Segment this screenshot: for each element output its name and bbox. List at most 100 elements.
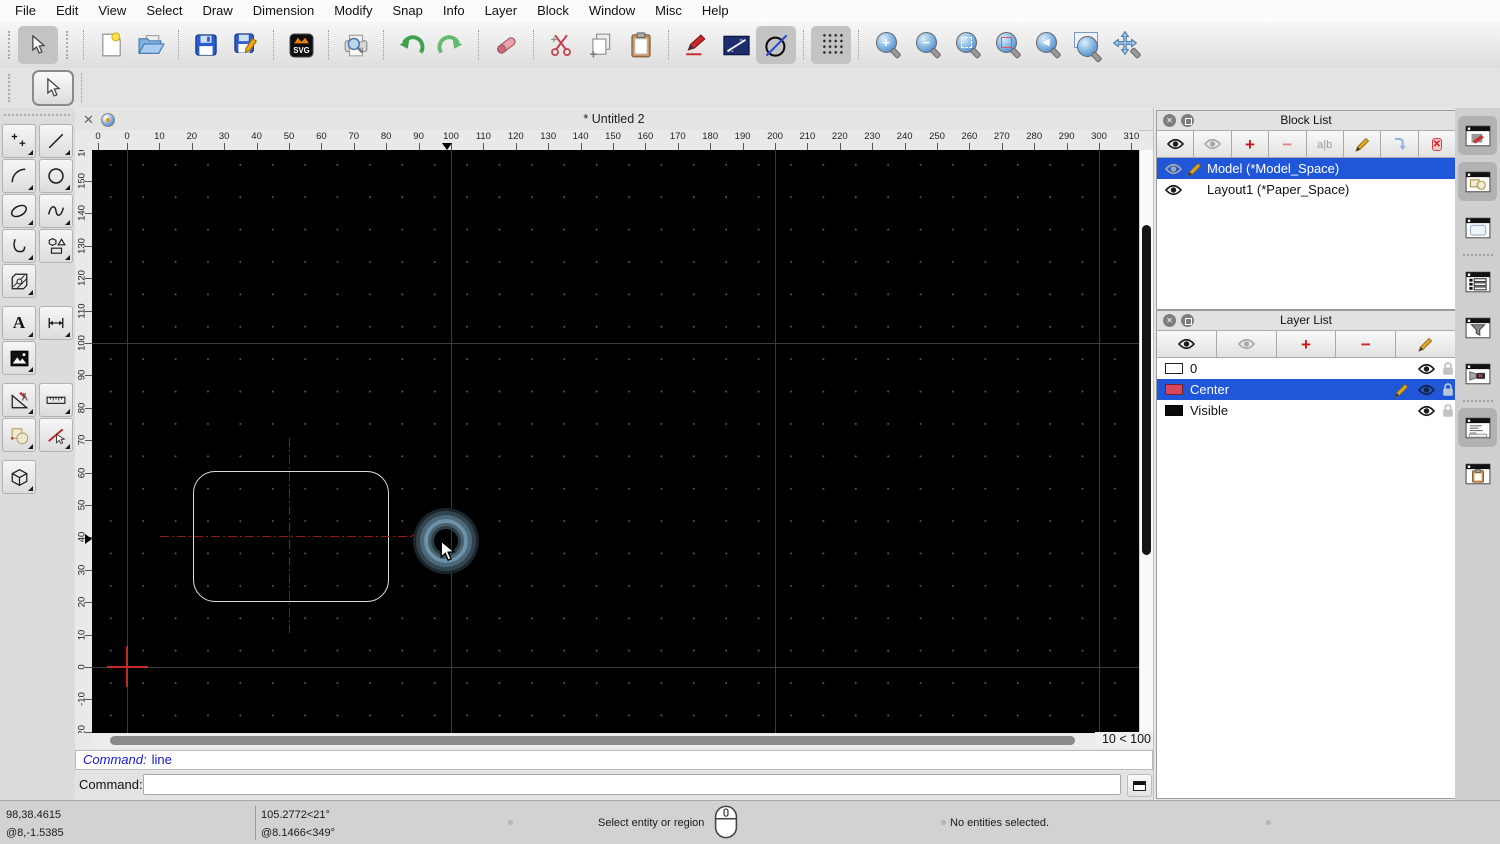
svg-export-button[interactable]: SVG	[281, 26, 321, 64]
line-tool[interactable]	[39, 124, 73, 158]
auto-zoom-button[interactable]	[946, 26, 986, 64]
menu-edit[interactable]: Edit	[46, 0, 88, 22]
dock-projector-window-button[interactable]	[1458, 354, 1497, 393]
cut-button[interactable]	[541, 26, 581, 64]
lock-icon[interactable]	[1442, 362, 1454, 376]
command-input[interactable]	[143, 774, 1121, 795]
undo-button[interactable]	[391, 26, 431, 64]
open-document-button[interactable]	[131, 26, 171, 64]
remove-layer-button[interactable]: −	[1336, 331, 1397, 357]
menu-layer[interactable]: Layer	[475, 0, 528, 22]
menu-misc[interactable]: Misc	[645, 0, 692, 22]
attributes-pen-button[interactable]	[676, 26, 716, 64]
select-arrow-button[interactable]	[18, 26, 58, 64]
add-layer-button[interactable]: +	[1276, 331, 1337, 357]
rename-block-button[interactable]: a|b	[1306, 131, 1344, 157]
eye-icon[interactable]	[1418, 384, 1435, 396]
edit-block-button[interactable]	[1343, 131, 1382, 157]
insert-block-button[interactable]	[1381, 131, 1419, 157]
delete-block-button[interactable]: ✕	[1418, 131, 1455, 157]
paste-button[interactable]	[621, 26, 661, 64]
previous-view-button[interactable]: ◀	[1026, 26, 1066, 64]
text-tool[interactable]: A	[2, 306, 36, 340]
dock-blank-window-button[interactable]	[1458, 208, 1497, 247]
edit-layer-button[interactable]	[1396, 331, 1455, 357]
new-document-button[interactable]	[91, 26, 131, 64]
remove-block-button[interactable]: −	[1269, 131, 1307, 157]
menu-draw[interactable]: Draw	[192, 0, 242, 22]
zoom-selection-button[interactable]	[986, 26, 1026, 64]
solid-tool[interactable]	[2, 460, 36, 494]
add-block-button[interactable]: +	[1231, 131, 1270, 157]
horizontal-scrollbar[interactable]	[92, 733, 1095, 748]
dimension-tool[interactable]	[39, 306, 73, 340]
image-tool[interactable]	[2, 341, 36, 375]
menu-window[interactable]: Window	[579, 0, 645, 22]
dock-command-window-button[interactable]	[1458, 408, 1497, 447]
circle-tool[interactable]	[39, 159, 73, 193]
eraser-button[interactable]	[486, 26, 526, 64]
select-tool-button[interactable]	[32, 70, 74, 106]
lock-icon[interactable]	[1442, 383, 1454, 397]
save-as-button[interactable]	[226, 26, 266, 64]
pan-button[interactable]	[1106, 26, 1146, 64]
toolbar-drag-handle[interactable]	[66, 31, 68, 59]
hatch-tool[interactable]	[2, 264, 36, 298]
dock-filter-window-button[interactable]	[1458, 308, 1497, 347]
shapes-tool[interactable]	[39, 229, 73, 263]
print-preview-button[interactable]	[336, 26, 376, 64]
circle-line-button[interactable]	[756, 26, 796, 64]
dock-shapes-window-button[interactable]	[1458, 162, 1497, 201]
scrollbar-thumb[interactable]	[110, 736, 1075, 745]
ruler-tool[interactable]	[39, 383, 73, 417]
command-detach-button[interactable]	[1127, 774, 1152, 797]
layer-list-item[interactable]: Center	[1157, 379, 1455, 400]
defreeze-all-layers-button[interactable]	[1157, 331, 1217, 357]
menu-help[interactable]: Help	[692, 0, 739, 22]
copy-button[interactable]	[581, 26, 621, 64]
freeze-all-layers-button[interactable]	[1216, 331, 1277, 357]
menu-info[interactable]: Info	[433, 0, 475, 22]
block-list-item[interactable]: Layout1 (*Paper_Space)	[1157, 179, 1455, 200]
toolbar-drag-handle[interactable]	[8, 31, 10, 59]
eye-icon[interactable]	[1418, 363, 1435, 375]
lock-icon[interactable]	[1442, 404, 1454, 418]
menu-view[interactable]: View	[88, 0, 136, 22]
dock-clipboard-window-button[interactable]	[1458, 454, 1497, 493]
menu-select[interactable]: Select	[136, 0, 192, 22]
line-endpoints-button[interactable]	[716, 26, 756, 64]
drawing-canvas[interactable]	[92, 150, 1139, 733]
dock-list-window-button[interactable]	[1458, 262, 1497, 301]
deselect-tool[interactable]	[39, 418, 73, 452]
toolbar-drag-handle[interactable]	[8, 74, 10, 102]
polyline-tool[interactable]	[2, 229, 36, 263]
menu-file[interactable]: File	[5, 0, 46, 22]
save-button[interactable]	[186, 26, 226, 64]
centerline-horizontal[interactable]	[160, 536, 420, 537]
grid-toggle-button[interactable]	[811, 26, 851, 64]
dock-drawing-window-button[interactable]	[1458, 116, 1497, 155]
redo-button[interactable]	[431, 26, 471, 64]
measure-tool[interactable]	[2, 383, 36, 417]
zoom-in-button[interactable]: +	[866, 26, 906, 64]
freeze-all-button[interactable]	[1194, 131, 1232, 157]
menu-block[interactable]: Block	[527, 0, 579, 22]
defreeze-all-button[interactable]	[1157, 131, 1195, 157]
layer-list-item[interactable]: 0	[1157, 358, 1455, 379]
zoom-window-button[interactable]	[1066, 26, 1106, 64]
menu-modify[interactable]: Modify	[324, 0, 382, 22]
layer-list-item[interactable]: Visible	[1157, 400, 1455, 421]
arc-tool[interactable]	[2, 159, 36, 193]
menu-snap[interactable]: Snap	[383, 0, 433, 22]
scrollbar-thumb[interactable]	[1142, 225, 1151, 555]
eye-icon[interactable]	[1418, 405, 1435, 417]
ellipse-tool[interactable]	[2, 194, 36, 228]
menu-dimension[interactable]: Dimension	[243, 0, 324, 22]
points-tool[interactable]	[2, 124, 36, 158]
spline-tool[interactable]	[39, 194, 73, 228]
zoom-out-button[interactable]: −	[906, 26, 946, 64]
modify-tool[interactable]	[2, 418, 36, 452]
palette-drag-handle[interactable]	[4, 114, 70, 116]
block-list-item[interactable]: Model (*Model_Space)	[1157, 158, 1455, 179]
vertical-scrollbar[interactable]	[1139, 150, 1154, 733]
